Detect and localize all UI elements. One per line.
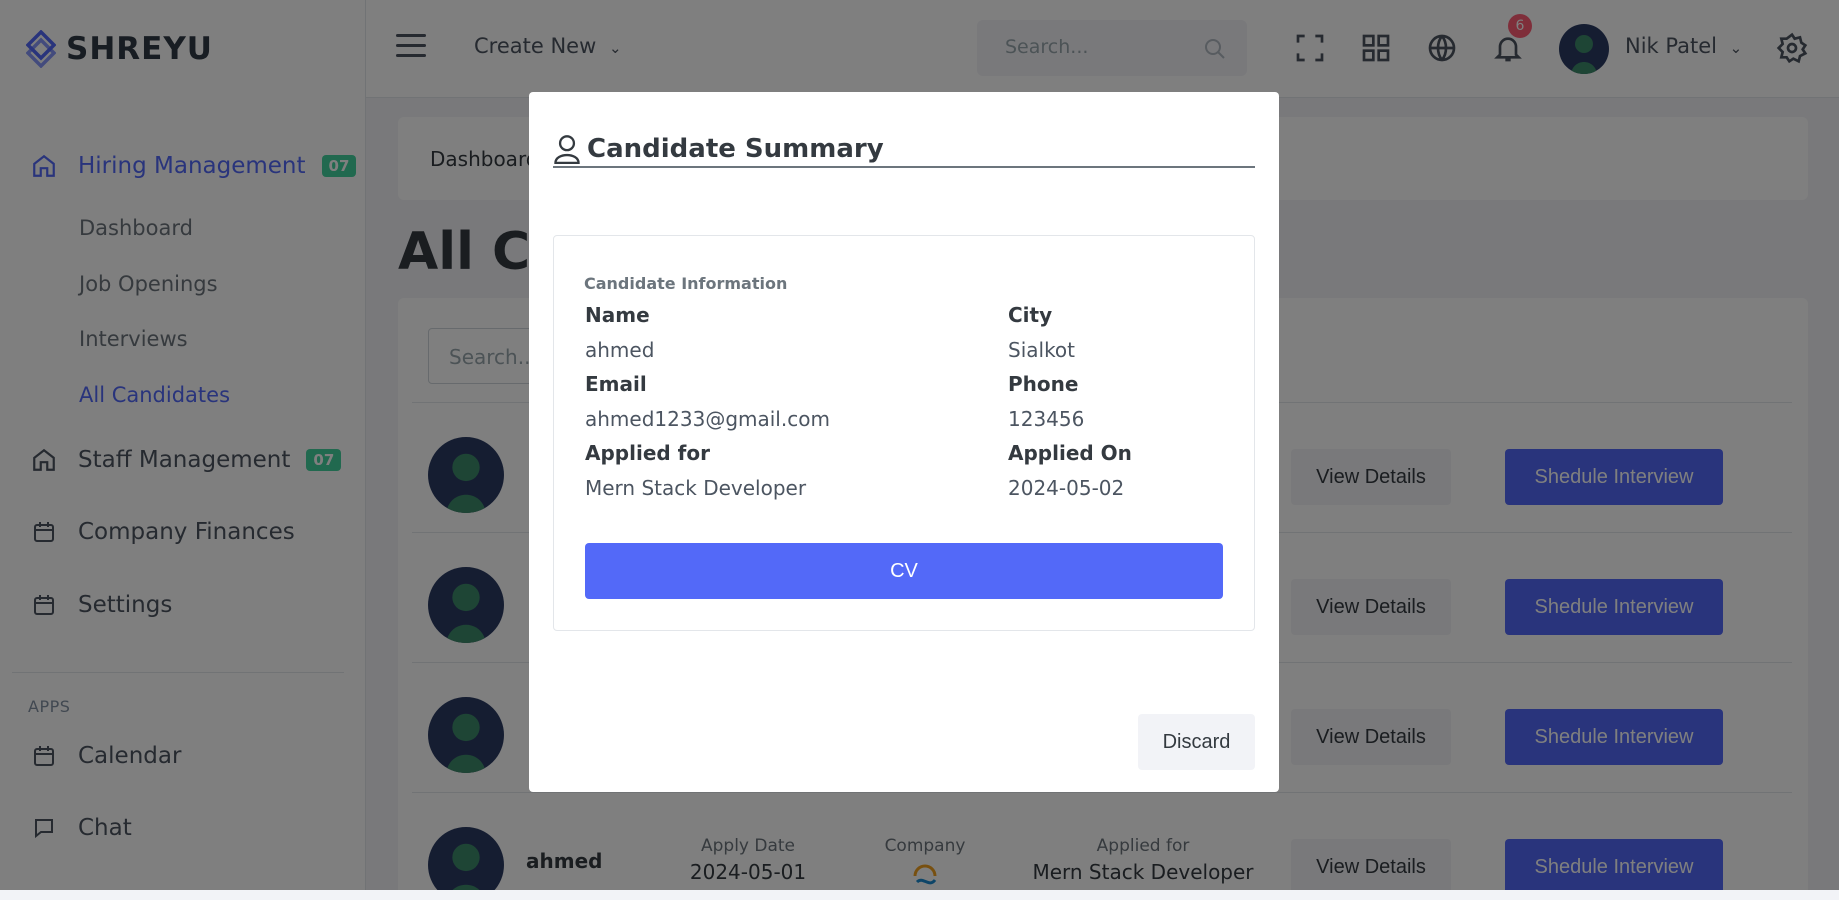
city-label: City: [1008, 303, 1053, 327]
candidate-summary-modal: Candidate Summary Candidate Information …: [529, 92, 1279, 792]
phone-value: 123456: [1008, 407, 1085, 431]
modal-title: Candidate Summary: [587, 134, 884, 164]
page-bottom-strip: [0, 890, 1839, 900]
discard-button[interactable]: Discard: [1138, 714, 1255, 770]
city-value: Sialkot: [1008, 338, 1076, 362]
cv-button[interactable]: CV: [585, 543, 1223, 599]
modal-header: Candidate Summary: [553, 134, 1255, 168]
name-label: Name: [585, 303, 650, 327]
email-value: ahmed1233@gmail.com: [585, 407, 830, 431]
user-icon: [554, 135, 580, 164]
section-heading: Candidate Information: [584, 274, 788, 293]
candidate-info-box: Candidate Information Name ahmed City Si…: [553, 235, 1255, 631]
applied-on-label: Applied On: [1008, 441, 1132, 465]
applied-for-label: Applied for: [585, 441, 710, 465]
phone-label: Phone: [1008, 372, 1079, 396]
email-label: Email: [585, 372, 647, 396]
applied-for-value: Mern Stack Developer: [585, 476, 807, 500]
name-value: ahmed: [585, 338, 655, 362]
applied-on-value: 2024-05-02: [1008, 476, 1125, 500]
